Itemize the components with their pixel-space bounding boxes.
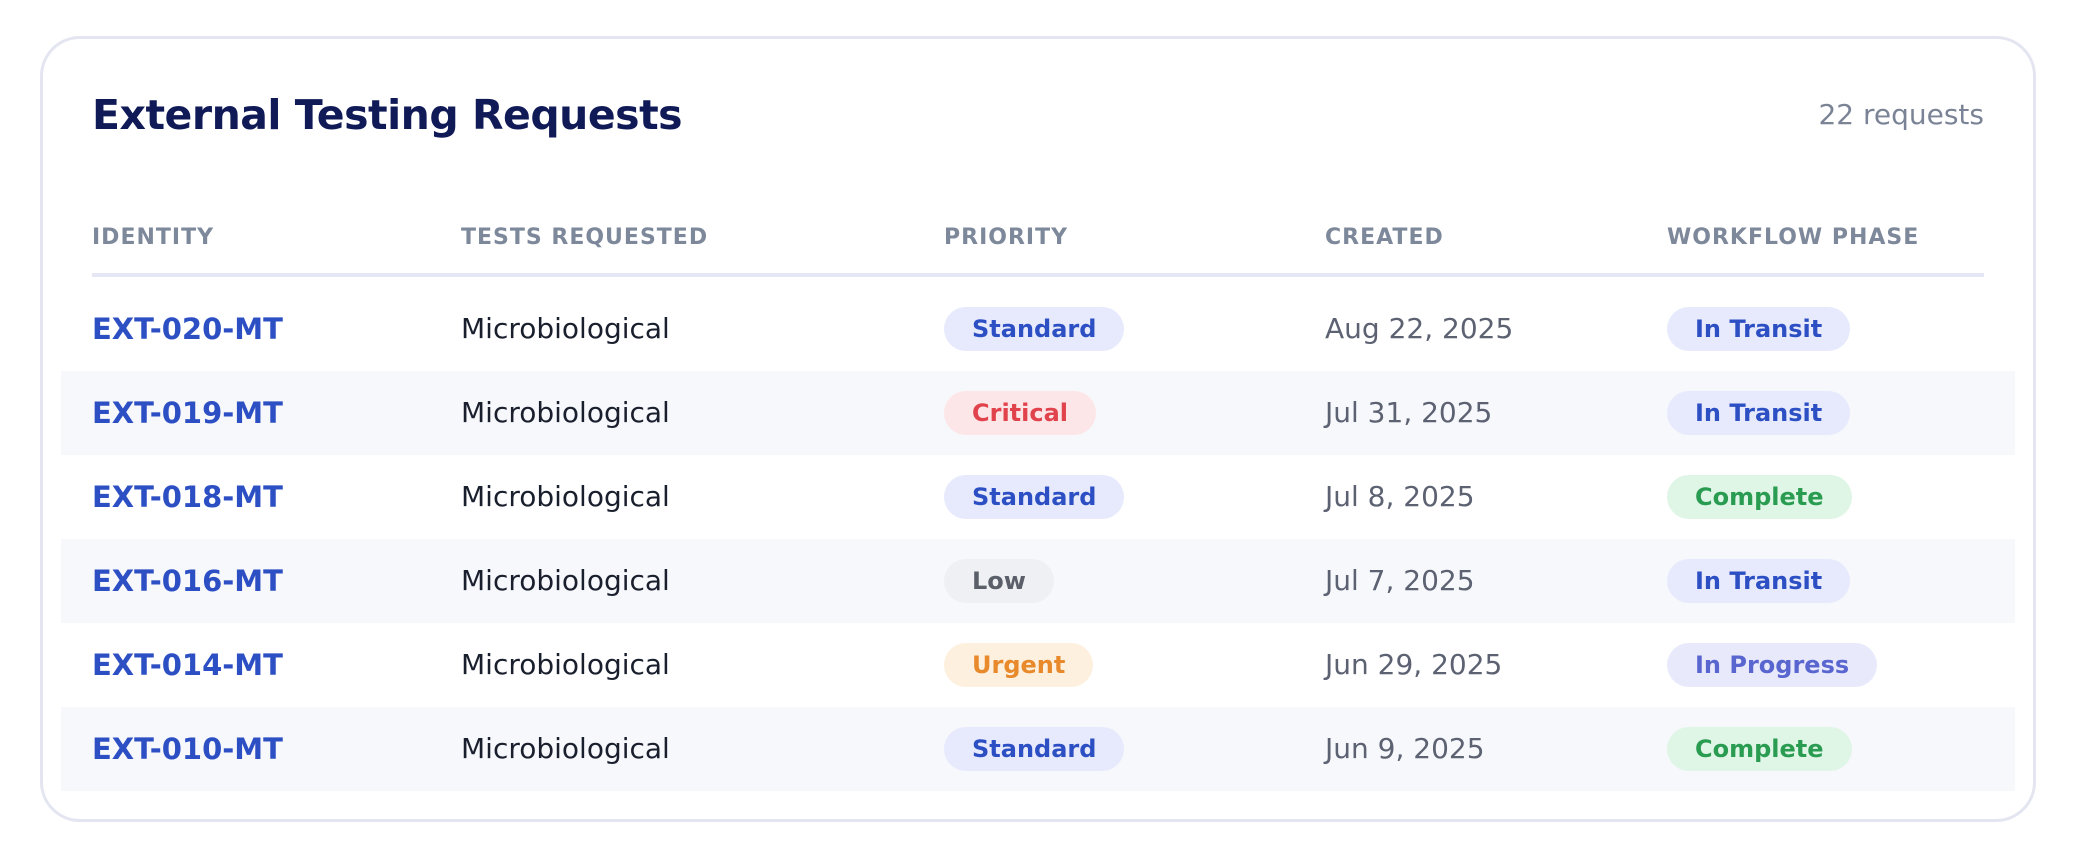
table-header: IDENTITY TESTS REQUESTED PRIORITY CREATE…: [92, 203, 1984, 277]
tests-requested: Microbiological: [461, 396, 670, 429]
created-date: Jul 31, 2025: [1325, 396, 1493, 429]
priority-cell: Standard: [944, 707, 1125, 791]
priority-cell: Standard: [944, 287, 1125, 371]
request-identity-link[interactable]: EXT-014-MT: [92, 623, 283, 707]
created-date: Jun 29, 2025: [1325, 648, 1503, 681]
requests-card: External Testing Requests 22 requests ID…: [40, 36, 2036, 822]
tests-requested: Microbiological: [461, 732, 670, 765]
table-row[interactable]: EXT-016-MT Microbiological Low Jul 7, 2025 I…: [61, 539, 2015, 623]
request-identity-link[interactable]: EXT-019-MT: [92, 371, 283, 455]
priority-badge: Standard: [944, 475, 1125, 519]
phase-cell: In Transit: [1667, 287, 1851, 371]
created-date: Jun 9, 2025: [1325, 732, 1485, 765]
table-row[interactable]: EXT-014-MT Microbiological Urgent Jun 29, 2…: [61, 623, 2015, 707]
phase-cell: Complete: [1667, 455, 1852, 539]
priority-badge: Urgent: [944, 643, 1094, 687]
table-row[interactable]: EXT-018-MT Microbiological Standard Jul 8, …: [61, 455, 2015, 539]
tests-requested: Microbiological: [461, 564, 670, 597]
table-row[interactable]: EXT-010-MT Microbiological Standard Jun 9, …: [61, 707, 2015, 791]
phase-cell: In Progress: [1667, 623, 1878, 707]
tests-requested: Microbiological: [461, 480, 670, 513]
card-header: External Testing Requests 22 requests: [92, 85, 1984, 145]
priority-cell: Low: [944, 539, 1054, 623]
priority-badge: Standard: [944, 307, 1125, 351]
priority-badge: Low: [944, 559, 1054, 603]
page-title: External Testing Requests: [92, 91, 683, 139]
phase-cell: Complete: [1667, 707, 1852, 791]
workflow-phase-badge: In Transit: [1667, 559, 1851, 603]
phase-cell: In Transit: [1667, 371, 1851, 455]
created-date: Aug 22, 2025: [1325, 312, 1514, 345]
request-identity-link[interactable]: EXT-016-MT: [92, 539, 283, 623]
priority-badge: Critical: [944, 391, 1097, 435]
priority-cell: Standard: [944, 455, 1125, 539]
request-identity-link[interactable]: EXT-020-MT: [92, 287, 283, 371]
workflow-phase-badge: In Transit: [1667, 307, 1851, 351]
workflow-phase-badge: In Progress: [1667, 643, 1878, 687]
request-count: 22 requests: [1818, 98, 1984, 131]
phase-cell: In Transit: [1667, 539, 1851, 623]
column-header-phase[interactable]: WORKFLOW PHASE: [1667, 225, 1919, 250]
created-date: Jul 7, 2025: [1325, 564, 1475, 597]
table-body: EXT-020-MT Microbiological Standard Aug 22,…: [61, 287, 2015, 791]
column-header-tests[interactable]: TESTS REQUESTED: [461, 225, 708, 250]
column-header-created[interactable]: CREATED: [1325, 225, 1444, 250]
priority-cell: Urgent: [944, 623, 1094, 707]
request-identity-link[interactable]: EXT-018-MT: [92, 455, 283, 539]
request-identity-link[interactable]: EXT-010-MT: [92, 707, 283, 791]
table-row[interactable]: EXT-020-MT Microbiological Standard Aug 22,…: [61, 287, 2015, 371]
tests-requested: Microbiological: [461, 312, 670, 345]
table-row[interactable]: EXT-019-MT Microbiological Critical Jul 31,…: [61, 371, 2015, 455]
workflow-phase-badge: In Transit: [1667, 391, 1851, 435]
priority-badge: Standard: [944, 727, 1125, 771]
column-header-identity[interactable]: IDENTITY: [92, 225, 214, 250]
priority-cell: Critical: [944, 371, 1097, 455]
tests-requested: Microbiological: [461, 648, 670, 681]
workflow-phase-badge: Complete: [1667, 727, 1852, 771]
column-header-priority[interactable]: PRIORITY: [944, 225, 1068, 250]
created-date: Jul 8, 2025: [1325, 480, 1475, 513]
workflow-phase-badge: Complete: [1667, 475, 1852, 519]
